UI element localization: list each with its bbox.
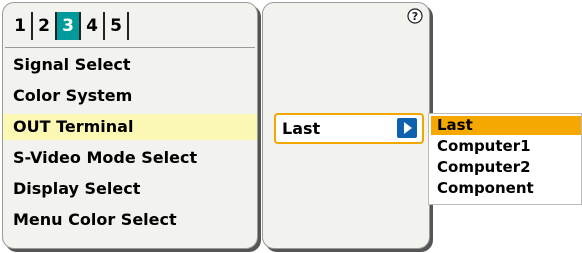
out-terminal-select[interactable]: Last — [274, 113, 424, 144]
option-computer2[interactable]: Computer2 — [431, 158, 581, 177]
menu-item-s-video-mode-select[interactable]: S-Video Mode Select — [3, 145, 257, 171]
option-computer1[interactable]: Computer1 — [431, 137, 581, 156]
tab-4[interactable]: 4 — [81, 12, 105, 40]
option-component[interactable]: Component — [431, 179, 581, 198]
tab-2[interactable]: 2 — [33, 12, 57, 40]
out-terminal-options: Last Computer1 Computer2 Component — [428, 113, 582, 205]
menu-item-signal-select[interactable]: Signal Select — [3, 52, 257, 78]
menu-item-menu-color-select[interactable]: Menu Color Select — [3, 207, 257, 233]
option-last[interactable]: Last — [431, 116, 581, 135]
triangle-right-icon[interactable] — [397, 118, 417, 138]
help-icon[interactable]: ? — [407, 8, 423, 24]
menu-panel: 1 2 3 4 5 Signal Select Color System OUT… — [2, 2, 258, 249]
menu-item-display-select[interactable]: Display Select — [3, 176, 257, 202]
menu-item-out-terminal[interactable]: OUT Terminal — [3, 114, 257, 140]
menu-item-color-system[interactable]: Color System — [3, 83, 257, 109]
out-terminal-value: Last — [282, 119, 321, 138]
tab-strip: 1 2 3 4 5 — [5, 7, 255, 48]
tab-1[interactable]: 1 — [9, 12, 33, 40]
tab-3[interactable]: 3 — [57, 12, 81, 40]
tab-5[interactable]: 5 — [105, 12, 129, 40]
svg-text:?: ? — [412, 10, 418, 23]
